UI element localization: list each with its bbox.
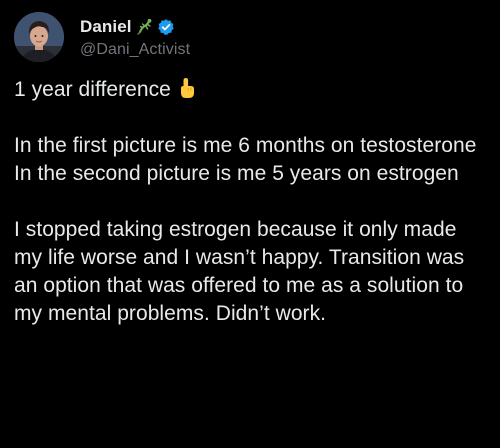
tweet-paragraph-3: I stopped taking estrogen because it onl… [14, 218, 465, 325]
author-names: Daniel @Dani_Activist [80, 16, 190, 59]
tweet-header: Daniel @Dani_Activist [14, 12, 486, 62]
display-name[interactable]: Daniel [80, 17, 132, 37]
tweet-line-2: In the first picture is me 6 months on t… [14, 134, 477, 157]
avatar-photo [14, 12, 64, 62]
lizard-icon [136, 18, 154, 35]
tweet-line-3: In the second picture is me 5 years on e… [14, 162, 459, 185]
tweet-line-1-text: 1 year difference [14, 78, 171, 101]
avatar[interactable] [14, 12, 64, 62]
name-row: Daniel [80, 16, 190, 38]
index-pointing-up-icon [177, 77, 197, 99]
author-handle[interactable]: @Dani_Activist [80, 41, 190, 59]
tweet: Daniel @Dani_Activist 1 year difference … [0, 0, 500, 448]
verified-badge-icon [157, 18, 175, 36]
tweet-text: 1 year difference In the first picture i… [14, 76, 486, 328]
tweet-line-1: 1 year difference [14, 76, 486, 104]
